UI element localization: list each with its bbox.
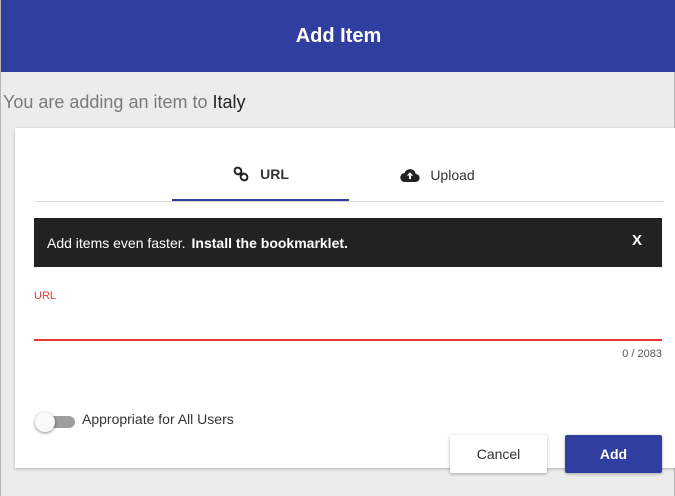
install-bookmarklet-link[interactable]: Install the bookmarklet. bbox=[192, 235, 348, 251]
subtitle-place: Italy bbox=[212, 92, 246, 112]
tab-url[interactable]: URL bbox=[172, 149, 349, 201]
url-field-label: URL bbox=[34, 290, 57, 302]
url-input[interactable] bbox=[34, 316, 662, 341]
tab-upload[interactable]: Upload bbox=[349, 149, 526, 200]
dialog-title: Add Item bbox=[295, 24, 382, 47]
add-item-dialog: Add Item You are adding an item to Italy… bbox=[0, 0, 675, 496]
link-icon bbox=[232, 165, 250, 183]
tab-bar: URL Upload bbox=[35, 149, 663, 202]
add-item-card: URL Upload Add items even faster. Instal… bbox=[15, 128, 675, 473]
subtitle-prefix: You are adding an item to bbox=[3, 92, 208, 112]
appropriate-toggle[interactable] bbox=[35, 412, 75, 432]
cloud-upload-icon bbox=[400, 167, 420, 183]
dialog-subtitle: You are adding an item to Italy bbox=[3, 92, 246, 113]
banner-close-button[interactable]: X bbox=[632, 232, 642, 249]
tab-upload-label: Upload bbox=[430, 166, 475, 183]
cancel-button[interactable]: Cancel bbox=[450, 435, 547, 473]
dialog-header: Add Item bbox=[1, 0, 675, 72]
tab-url-label: URL bbox=[260, 166, 289, 182]
bookmarklet-banner: Add items even faster. Install the bookm… bbox=[34, 218, 662, 267]
appropriate-toggle-label: Appropriate for All Users bbox=[82, 411, 234, 427]
add-button[interactable]: Add bbox=[565, 435, 662, 473]
toggle-thumb bbox=[35, 412, 55, 432]
banner-text: Add items even faster. bbox=[47, 234, 186, 251]
url-char-counter: 0 / 2083 bbox=[622, 348, 662, 360]
